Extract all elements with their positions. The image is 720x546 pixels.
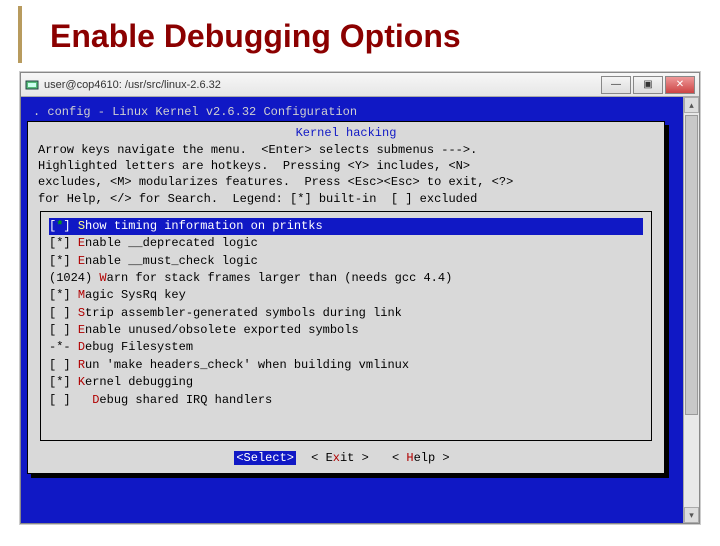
scroll-up-arrow[interactable]: ▴ bbox=[684, 97, 699, 113]
menu-item[interactable]: [*] Kernel debugging bbox=[49, 374, 643, 391]
dialog-shadow: Kernel hacking Arrow keys navigate the m… bbox=[31, 125, 669, 478]
menu-item[interactable]: [*] Enable __deprecated logic bbox=[49, 235, 643, 252]
terminal-area: . config - Linux Kernel v2.6.32 Configur… bbox=[21, 97, 699, 523]
exit-button[interactable]: < Exit > bbox=[311, 451, 369, 465]
menu-item[interactable]: [ ] Debug shared IRQ handlers bbox=[49, 392, 643, 409]
menu-item[interactable]: [*] Magic SysRq key bbox=[49, 287, 643, 304]
vertical-scrollbar[interactable]: ▴ ▾ bbox=[683, 97, 699, 523]
menu-item[interactable]: [ ] Run 'make headers_check' when buildi… bbox=[49, 357, 643, 374]
terminal-window: user@cop4610: /usr/src/linux-2.6.32 — ▣ … bbox=[20, 72, 700, 524]
slide-title: Enable Debugging Options bbox=[18, 6, 720, 63]
select-button[interactable]: <Select> bbox=[234, 451, 296, 465]
menu-item[interactable]: [ ] Strip assembler-generated symbols du… bbox=[49, 305, 643, 322]
menu-item[interactable]: [*] Enable __must_check logic bbox=[49, 253, 643, 270]
close-button[interactable]: ✕ bbox=[665, 76, 695, 94]
window-titlebar[interactable]: user@cop4610: /usr/src/linux-2.6.32 — ▣ … bbox=[21, 73, 699, 97]
dialog-button-row: <Select> < Exit > < Help > bbox=[38, 447, 654, 465]
menu-item[interactable]: (1024) Warn for stack frames larger than… bbox=[49, 270, 643, 287]
dialog-header: Kernel hacking bbox=[38, 126, 654, 140]
dialog-help-text: Arrow keys navigate the menu. <Enter> se… bbox=[38, 142, 654, 207]
scroll-down-arrow[interactable]: ▾ bbox=[684, 507, 699, 523]
config-title: . config - Linux Kernel v2.6.32 Configur… bbox=[29, 103, 675, 123]
putty-icon bbox=[25, 78, 39, 92]
window-controls: — ▣ ✕ bbox=[601, 76, 695, 94]
menu-item[interactable]: [*] Show timing information on printks bbox=[49, 218, 643, 235]
minimize-button[interactable]: — bbox=[601, 76, 631, 94]
menu-list[interactable]: [*] Show timing information on printks[*… bbox=[40, 211, 652, 441]
window-title-text: user@cop4610: /usr/src/linux-2.6.32 bbox=[44, 79, 601, 91]
menu-item[interactable]: -*- Debug Filesystem bbox=[49, 339, 643, 356]
help-button[interactable]: < Help > bbox=[392, 451, 450, 465]
maximize-button[interactable]: ▣ bbox=[633, 76, 663, 94]
menuconfig-dialog: Kernel hacking Arrow keys navigate the m… bbox=[27, 121, 665, 474]
menu-item[interactable]: [ ] Enable unused/obsolete exported symb… bbox=[49, 322, 643, 339]
terminal-content: . config - Linux Kernel v2.6.32 Configur… bbox=[21, 97, 683, 523]
scroll-thumb[interactable] bbox=[685, 115, 698, 415]
